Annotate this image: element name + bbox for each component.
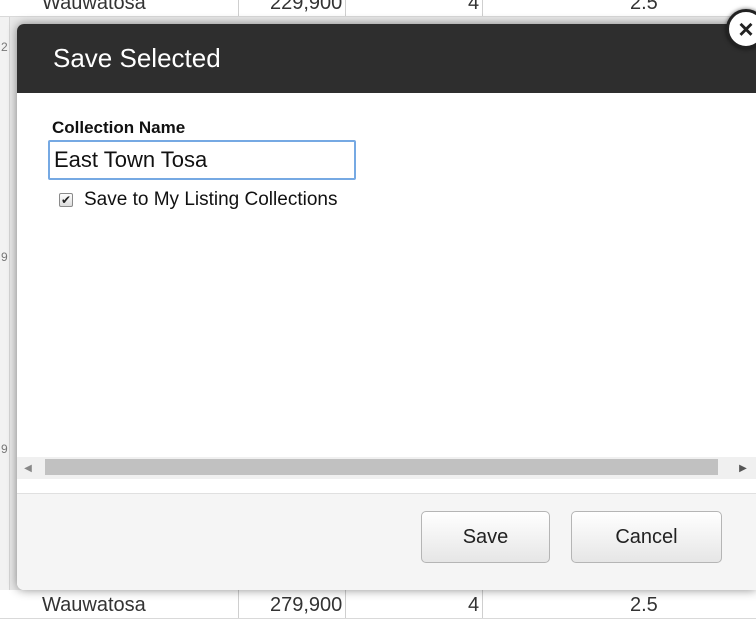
scrollbar-thumb[interactable] bbox=[45, 459, 718, 475]
scroll-left-arrow-icon[interactable]: ◀ bbox=[17, 457, 39, 479]
dialog-title: Save Selected bbox=[53, 43, 221, 73]
background-row-markers: 2 9 9 bbox=[0, 0, 10, 604]
background-baths-cell: 2.5 bbox=[630, 0, 658, 14]
background-table-row: Wauwatosa 229,900 4 2.5 bbox=[0, 0, 756, 17]
cancel-button[interactable]: Cancel bbox=[571, 511, 722, 563]
save-to-collections-option[interactable]: ✔ Save to My Listing Collections bbox=[59, 189, 337, 211]
collection-name-label: Collection Name bbox=[52, 118, 186, 137]
save-button[interactable]: Save bbox=[421, 511, 550, 563]
scroll-right-arrow-icon[interactable]: ▶ bbox=[732, 457, 754, 479]
background-baths-cell: 2.5 bbox=[630, 594, 658, 616]
dialog-header: Save Selected bbox=[17, 24, 756, 93]
collection-name-input[interactable] bbox=[48, 140, 356, 180]
background-price-cell: 229,900 bbox=[270, 0, 343, 14]
dialog-footer: Save Cancel bbox=[17, 493, 756, 590]
save-to-collections-label[interactable]: Save to My Listing Collections bbox=[84, 189, 337, 211]
background-city-cell: Wauwatosa bbox=[42, 0, 146, 14]
background-table-row: Wauwatosa 279,900 4 2.5 bbox=[0, 590, 756, 619]
background-city-cell: Wauwatosa bbox=[42, 594, 146, 616]
save-to-collections-checkbox[interactable]: ✔ bbox=[59, 193, 73, 207]
background-beds-cell: 4 bbox=[468, 0, 480, 14]
background-price-cell: 279,900 bbox=[270, 594, 343, 616]
horizontal-scrollbar[interactable]: ◀ ▶ bbox=[17, 457, 756, 479]
background-beds-cell: 4 bbox=[468, 594, 480, 616]
save-selected-dialog: Save Selected Collection Name ✔ Save to … bbox=[17, 24, 756, 590]
